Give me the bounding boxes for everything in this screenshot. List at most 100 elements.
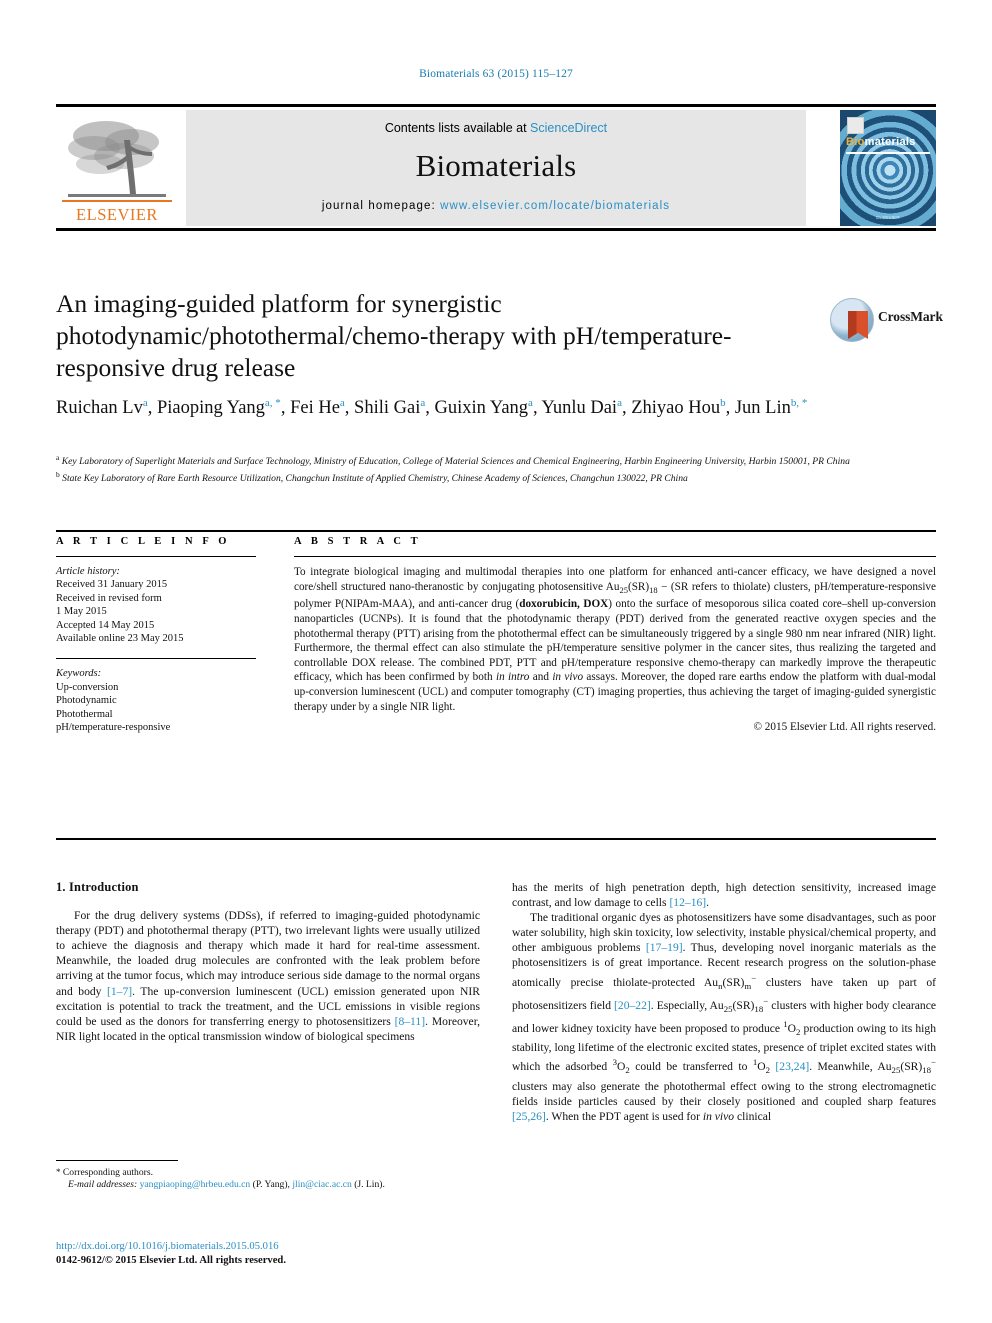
affiliation-item: a Key Laboratory of Superlight Materials…: [56, 452, 866, 469]
article-history-item: Available online 23 May 2015: [56, 633, 184, 645]
cover-title-bio: Bio: [846, 136, 865, 148]
body-paragraph: has the merits of high penetration depth…: [512, 881, 936, 910]
section-heading-introduction: 1. Introduction: [56, 880, 139, 894]
affiliation-mark: b: [56, 469, 60, 479]
article-history-item: Received 31 January 2015: [56, 579, 168, 591]
affiliation-mark: a: [56, 453, 60, 462]
keywords-group: Keywords: Up-conversion Photodynamic Pho…: [56, 667, 256, 734]
abstract-heading: A B S T R A C T: [294, 536, 422, 547]
sciencedirect-banner: Contents lists available at ScienceDirec…: [186, 110, 806, 226]
body-column-left: 1. Introduction For the drug delivery sy…: [56, 880, 480, 1044]
author-item: Ruichan Lva,: [56, 397, 157, 419]
sciencedirect-link[interactable]: ScienceDirect: [530, 121, 607, 135]
keyword-item: Photothermal: [56, 708, 113, 720]
journal-homepage-link[interactable]: www.elsevier.com/locate/biomaterials: [440, 200, 670, 212]
elsevier-logo-rule: [62, 200, 172, 202]
author-name: Yunlu Dai: [541, 398, 618, 419]
body-column-right: has the merits of high penetration depth…: [512, 880, 936, 1124]
contents-prefix: Contents lists available at: [384, 121, 531, 135]
author-name: Jun Lin: [734, 398, 791, 419]
citation-link[interactable]: [25,26]: [512, 1110, 546, 1123]
abstract-rule: [294, 556, 936, 557]
citation-link[interactable]: [1–7]: [107, 985, 132, 998]
email-link-lin[interactable]: jlin@ciac.ac.cn: [292, 1179, 351, 1190]
page-title: An imaging-guided platform for synergist…: [56, 289, 732, 382]
author-item: Piaoping Yanga, *,: [156, 397, 291, 419]
citation-link[interactable]: [12–16]: [669, 896, 706, 909]
journal-homepage-line: journal homepage: www.elsevier.com/locat…: [186, 200, 806, 212]
journal-title: Biomaterials: [415, 148, 577, 183]
contents-available-line: Contents lists available at ScienceDirec…: [186, 121, 806, 135]
elsevier-logo: ELSEVIER: [56, 110, 178, 226]
rule-above-abstract-band: [56, 530, 936, 532]
article-info-heading: A R T I C L E I N F O: [56, 536, 231, 547]
cover-title-rest: materials: [864, 136, 916, 148]
journal-masthead: ELSEVIER Contents lists available at Sci…: [56, 108, 936, 226]
crossmark-badge[interactable]: CrossMark: [824, 292, 943, 348]
keywords-label: Keywords:: [56, 668, 102, 680]
cover-title-rule: [846, 152, 930, 154]
running-head: Biomaterials 63 (2015) 115–127: [419, 68, 573, 80]
author-separator: ,: [280, 398, 291, 419]
citation-link[interactable]: [17–19]: [646, 941, 683, 954]
author-separator: ,: [147, 398, 157, 419]
article-info-separator: [56, 658, 256, 660]
doi-block: http://dx.doi.org/10.1016/j.biomaterials…: [56, 1240, 496, 1268]
crossmark-bookmark-icon: [848, 311, 868, 339]
email-addresses-line: E-mail addresses: yangpiaoping@hrbeu.edu…: [56, 1179, 496, 1191]
author-name: Piaoping Yang: [156, 398, 265, 419]
rule-below-abstract-band: [56, 838, 936, 840]
footnote-rule: [56, 1160, 178, 1161]
article-history-group: Article history: Received 31 January 201…: [56, 565, 256, 645]
asterisk-icon: *: [56, 1167, 61, 1177]
author-item: Zhiyao Houb,: [631, 397, 735, 419]
email-owner-lin: (J. Lin).: [354, 1179, 385, 1191]
journal-cover-thumbnail: Biomaterials ELSEVIER: [840, 110, 936, 226]
article-history-label: Article history:: [56, 566, 120, 577]
rule-under-masthead: [56, 228, 936, 231]
elsevier-wordmark: ELSEVIER: [76, 205, 158, 224]
body-paragraph: The traditional organic dyes as photosen…: [512, 911, 937, 1123]
cover-publisher-badge-icon: [847, 117, 864, 134]
author-affiliation-mark: a, *: [264, 397, 281, 409]
article-info-column: A R T I C L E I N F O Article history: R…: [56, 536, 256, 734]
article-info-rule: [56, 556, 256, 557]
elsevier-tree-icon: [64, 114, 170, 200]
abstract-copyright: © 2015 Elsevier Ltd. All rights reserved…: [753, 721, 937, 734]
author-separator: ,: [532, 398, 542, 419]
abstract-body: To integrate biological imaging and mult…: [294, 566, 937, 713]
cover-publisher-name: ELSEVIER: [876, 215, 900, 220]
citation-link[interactable]: [23,24]: [775, 1060, 809, 1073]
article-history-item: 1 May 2015: [56, 606, 107, 618]
crossmark-label: CrossMark: [878, 309, 943, 324]
author-name: Ruichan Lv: [56, 398, 143, 419]
keyword-item: Up-conversion: [56, 681, 119, 693]
corresponding-authors-line: * Corresponding authors.: [56, 1166, 496, 1179]
affiliation-text: Key Laboratory of Superlight Materials a…: [61, 456, 850, 468]
author-item: Jun Linb, *: [734, 397, 808, 419]
homepage-prefix: journal homepage:: [321, 200, 441, 212]
author-name: Zhiyao Hou: [631, 398, 721, 419]
author-name: Guixin Yang: [434, 398, 529, 419]
author-item: Guixin Yanga,: [434, 397, 542, 419]
author-separator: ,: [344, 398, 355, 419]
author-item: Shili Gaia,: [354, 397, 434, 418]
author-item: Fei Hea,: [290, 397, 355, 419]
author-list: Ruichan Lva, Piaoping Yanga, *, Fei Hea,…: [56, 390, 816, 421]
author-item: Yunlu Daia,: [541, 397, 632, 419]
affiliation-item: b State Key Laboratory of Rare Earth Res…: [56, 469, 866, 486]
citation-link[interactable]: [8–11]: [395, 1015, 425, 1028]
email-addresses-label: E-mail addresses:: [68, 1179, 138, 1191]
author-name: Fei He: [290, 398, 340, 419]
keyword-item: pH/temperature-responsive: [56, 722, 171, 734]
affiliation-text: State Key Laboratory of Rare Earth Resou…: [62, 472, 688, 484]
author-separator: ,: [621, 398, 632, 419]
abstract-column: A B S T R A C T To integrate biological …: [294, 536, 936, 733]
citation-link[interactable]: [20–22]: [614, 999, 651, 1012]
email-link-yang[interactable]: yangpiaoping@hrbeu.edu.cn: [140, 1179, 251, 1190]
doi-link[interactable]: http://dx.doi.org/10.1016/j.biomaterials…: [56, 1240, 496, 1254]
keyword-item: Photodynamic: [56, 695, 117, 707]
body-paragraph: For the drug delivery systems (DDSs), if…: [56, 909, 480, 1043]
corresponding-authors-text: Corresponding authors.: [62, 1167, 153, 1178]
issn-copyright-line: 0142-9612/© 2015 Elsevier Ltd. All right…: [56, 1255, 286, 1266]
